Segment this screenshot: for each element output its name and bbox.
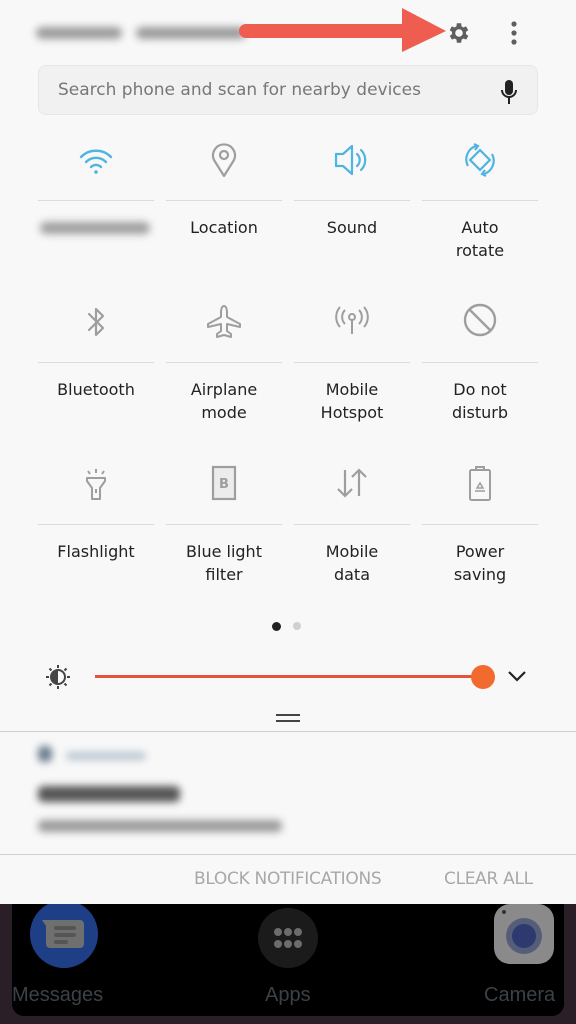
brightness-icon — [46, 665, 70, 689]
flashlight-icon — [86, 469, 106, 500]
tile-label: Bluetooth — [57, 380, 135, 399]
home-dock: Messages Apps Camera — [12, 900, 564, 1016]
chevron-down-icon[interactable] — [506, 668, 528, 684]
tile-label: Location — [190, 218, 258, 237]
auto-rotate-icon — [465, 143, 495, 177]
tile-divider — [422, 524, 538, 525]
apps-grid-icon — [258, 908, 318, 968]
tile-divider — [294, 200, 410, 201]
notification-title-blurred — [38, 786, 180, 802]
app-label: Apps — [265, 984, 311, 1006]
notification-card[interactable] — [0, 732, 576, 854]
app-apps[interactable]: Apps — [256, 904, 320, 1006]
mobile-data-icon — [337, 468, 367, 498]
page-dot-active[interactable] — [272, 622, 281, 631]
tile-divider — [422, 200, 538, 201]
location-pin-icon — [211, 143, 237, 178]
bluetooth-icon — [87, 307, 105, 337]
do-not-disturb-icon — [463, 303, 497, 337]
tile-label: Flashlight — [57, 542, 135, 561]
tile-label: Do not disturb — [451, 380, 509, 422]
blue-light-filter-icon: B — [211, 465, 237, 501]
brightness-slider-track[interactable] — [95, 675, 483, 678]
more-vertical-icon[interactable] — [502, 18, 526, 48]
block-notifications-button[interactable]: BLOCK NOTIFICATIONS — [194, 869, 382, 889]
tile-divider — [294, 524, 410, 525]
tile-divider — [38, 200, 154, 201]
notification-text-blurred — [38, 820, 282, 832]
wifi-icon — [79, 149, 113, 174]
speaker-icon — [334, 144, 367, 176]
search-placeholder: Search phone and scan for nearby devices — [58, 80, 421, 100]
app-camera[interactable]: Camera — [478, 904, 564, 1006]
power-saving-icon — [469, 466, 491, 501]
tile-label: Auto rotate — [455, 218, 505, 260]
panel-header — [0, 0, 576, 64]
svg-text:B: B — [219, 477, 229, 492]
tile-divider — [294, 362, 410, 363]
notification-app-icon-blurred — [38, 746, 52, 762]
app-label: Camera — [484, 984, 556, 1006]
brightness-slider-thumb[interactable] — [471, 665, 495, 689]
hotspot-icon — [335, 306, 369, 334]
airplane-icon — [207, 305, 241, 338]
tile-label: Blue light filter — [186, 542, 262, 584]
tile-label: Sound — [326, 218, 378, 237]
tile-divider — [38, 524, 154, 525]
tile-label: Mobile Hotspot — [320, 380, 384, 422]
search-bar[interactable]: Search phone and scan for nearby devices — [38, 65, 538, 115]
tile-divider — [38, 362, 154, 363]
tile-divider — [166, 200, 282, 201]
page-dot[interactable] — [293, 622, 301, 630]
messages-icon — [30, 900, 98, 968]
gear-icon[interactable] — [446, 20, 472, 46]
drag-handle[interactable] — [276, 714, 300, 722]
tile-divider — [166, 362, 282, 363]
tile-label: Airplane mode — [190, 380, 258, 422]
tile-divider — [422, 362, 538, 363]
tile-divider — [166, 524, 282, 525]
tile-label: Mobile data — [325, 542, 379, 584]
status-time-date-blurred — [36, 22, 266, 44]
app-label: Messages — [12, 984, 104, 1006]
clear-all-button[interactable]: CLEAR ALL — [444, 869, 533, 889]
tile-label: Power saving — [453, 542, 507, 584]
notification-actions: BLOCK NOTIFICATIONS CLEAR ALL — [0, 855, 576, 904]
app-messages[interactable]: Messages — [12, 900, 104, 1006]
notification-app-name-blurred — [66, 752, 146, 760]
wifi-network-name-blurred — [40, 222, 150, 234]
camera-icon — [494, 904, 554, 964]
red-arrow-annotation — [239, 8, 446, 52]
microphone-icon[interactable] — [499, 79, 519, 105]
notification-panel: Search phone and scan for nearby devices — [0, 0, 576, 904]
